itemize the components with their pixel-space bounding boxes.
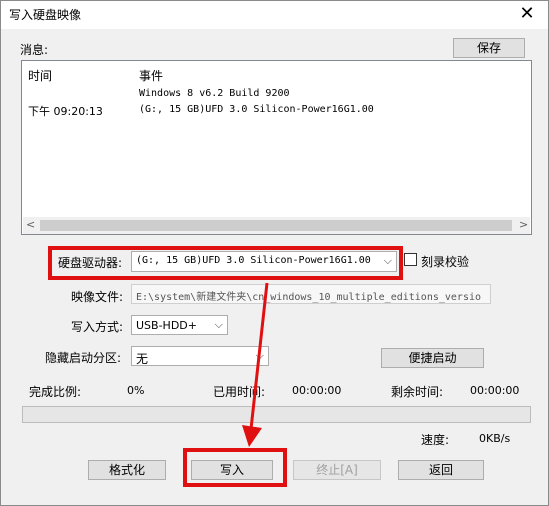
arrow-shaft <box>249 282 269 430</box>
arrow-head <box>242 425 262 447</box>
annotation-arrow-icon <box>242 282 269 447</box>
write-disk-image-dialog: 写入硬盘映像 ✕ 消息: 保存 时间 事件 Windows 8 v6.2 Bui… <box>0 0 549 506</box>
